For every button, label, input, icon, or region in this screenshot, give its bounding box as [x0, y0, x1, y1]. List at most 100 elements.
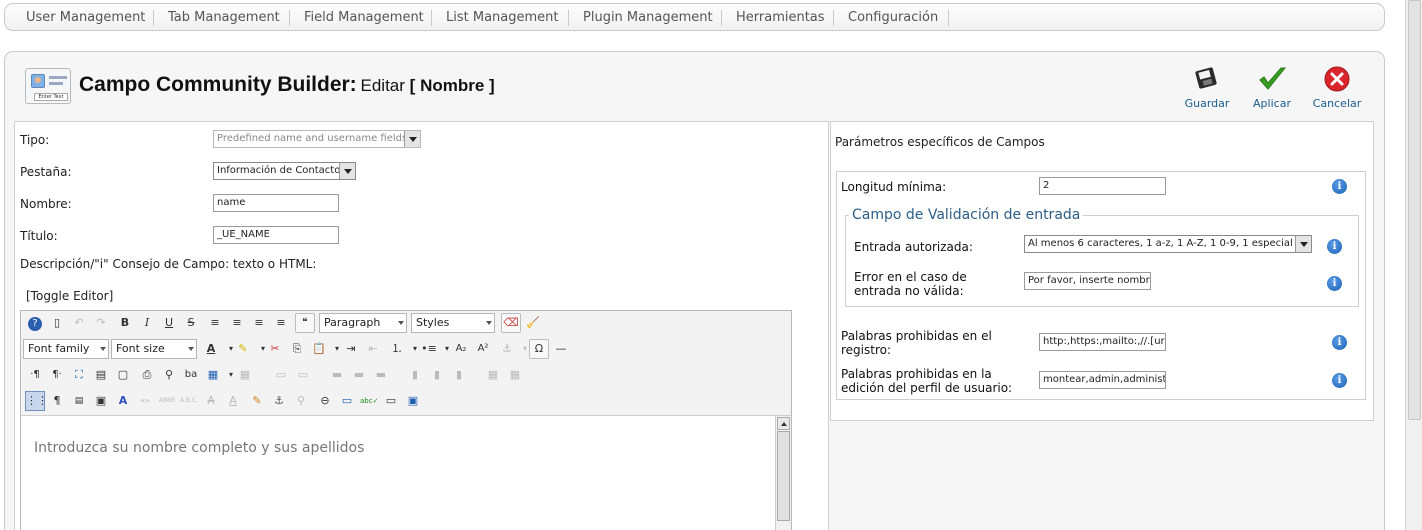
find-icon[interactable]: ⚲	[159, 365, 179, 385]
del-icon[interactable]: A	[201, 391, 221, 411]
replace-icon[interactable]: ba	[181, 365, 201, 385]
editor-scrollbar-thumb[interactable]	[777, 431, 790, 521]
table-cell-props-icon[interactable]: ▭	[293, 365, 313, 385]
spellcheck-icon[interactable]: abc✓	[359, 391, 379, 411]
menu-item-configuracion[interactable]: Configuración	[848, 10, 938, 25]
entrada-select[interactable]: Al menos 6 caracteres, 1 a-z, 1 A-Z, 1 0…	[1024, 235, 1312, 253]
insert-anchor-icon[interactable]: ⚓	[497, 339, 517, 359]
save-button[interactable]: Guardar	[1178, 61, 1236, 113]
titulo-input[interactable]: _UE_NAME	[213, 226, 339, 244]
acronym-icon[interactable]: A.B.C.	[179, 391, 199, 411]
info-icon[interactable]: i	[1332, 335, 1347, 350]
menu-item-list-management[interactable]: List Management	[446, 10, 559, 25]
cancel-button[interactable]: Cancelar	[1308, 61, 1366, 113]
longitud-input[interactable]: 2	[1039, 177, 1166, 195]
insert-row-after-icon[interactable]: ▬	[349, 365, 369, 385]
text-color-icon[interactable]: A	[201, 339, 221, 359]
font-size-select[interactable]: Font size	[111, 339, 197, 359]
subscript-icon[interactable]: A₂	[451, 339, 471, 359]
highlight-color-icon[interactable]: ✎	[233, 339, 253, 359]
insert-image-icon[interactable]: ▭	[337, 391, 357, 411]
delete-layer-icon[interactable]: ▦	[235, 365, 255, 385]
palabras-edicion-input[interactable]: montear,admin,administrador	[1039, 371, 1166, 389]
styles-select[interactable]: Styles	[411, 313, 495, 333]
menu-item-tab-management[interactable]: Tab Management	[168, 10, 280, 25]
redo-icon[interactable]: ↷	[91, 313, 111, 333]
toggle-editor-link[interactable]: [Toggle Editor]	[26, 289, 113, 303]
strikethrough-icon[interactable]: S	[181, 313, 201, 333]
scroll-up-icon[interactable]	[777, 417, 790, 430]
format-select[interactable]: Paragraph	[319, 313, 407, 333]
insert-file-icon[interactable]: ▤	[69, 391, 89, 411]
indent-icon[interactable]: ⇥	[341, 339, 361, 359]
menu-item-herramientas[interactable]: Herramientas	[736, 10, 825, 25]
page-scrollbar-thumb[interactable]	[1408, 0, 1421, 420]
menu-item-plugin-management[interactable]: Plugin Management	[583, 10, 713, 25]
align-left-icon[interactable]: ≡	[249, 313, 269, 333]
print-icon[interactable]: ⎙	[137, 365, 157, 385]
rtl-icon[interactable]: ¶·	[47, 365, 67, 385]
insert-row-before-icon[interactable]: ▬	[327, 365, 347, 385]
abbr-icon[interactable]: ABBR	[157, 391, 177, 411]
copy-icon[interactable]: ⎘	[287, 339, 307, 359]
cleanup-broom-icon[interactable]: 🧹	[523, 313, 543, 333]
info-icon[interactable]: i	[1332, 373, 1347, 388]
ordered-list-icon[interactable]: ⒈	[387, 339, 407, 359]
underline-icon[interactable]: U	[159, 313, 179, 333]
blockquote-icon[interactable]: ❝	[295, 313, 315, 333]
fullscreen-icon[interactable]: ⛶	[69, 365, 89, 385]
insert-layer-icon[interactable]: ▦	[203, 365, 223, 385]
ltr-icon[interactable]: ·¶	[25, 365, 45, 385]
eraser-icon[interactable]: ⌫	[501, 313, 521, 333]
bullet-list-icon[interactable]: •≡	[419, 339, 439, 359]
special-character-icon[interactable]: Ω	[529, 339, 549, 359]
menu-item-user-management[interactable]: User Management	[26, 10, 145, 25]
editor-content-area[interactable]: Introduzca su nombre completo y sus apel…	[21, 415, 791, 530]
insert-col-before-icon[interactable]: ▮	[405, 365, 425, 385]
insert-col-after-icon[interactable]: ▮	[427, 365, 447, 385]
outdent-icon[interactable]: ⇤	[363, 339, 383, 359]
align-center-icon[interactable]: ≡	[227, 313, 247, 333]
align-right-icon[interactable]: ≡	[271, 313, 291, 333]
link-icon[interactable]: ⊖	[315, 391, 335, 411]
font-family-select[interactable]: Font family	[23, 339, 109, 359]
palabras-registro-input[interactable]: http:,https:,mailto:,//.[url],<a	[1039, 333, 1166, 351]
table-row-props-icon[interactable]: ▭	[271, 365, 291, 385]
menu-item-field-management[interactable]: Field Management	[304, 10, 424, 25]
unlink-icon[interactable]: ⚲	[291, 391, 311, 411]
attributes-icon[interactable]: ✎	[247, 391, 267, 411]
align-justify-icon[interactable]: ≡	[205, 313, 225, 333]
insert-media-icon[interactable]: ▭	[381, 391, 401, 411]
delete-col-icon[interactable]: ▮	[449, 365, 469, 385]
error-input[interactable]: Por favor, inserte nombre	[1024, 272, 1151, 290]
cut-icon[interactable]: ✂	[265, 339, 285, 359]
bold-icon[interactable]: B	[115, 313, 135, 333]
apply-button[interactable]: Aplicar	[1243, 61, 1301, 113]
info-icon[interactable]: i	[1327, 239, 1342, 254]
pestana-select[interactable]: Información de Contacto	[213, 162, 356, 180]
help-icon[interactable]: ?	[25, 313, 45, 333]
superscript-icon[interactable]: A²	[473, 339, 493, 359]
image-manager-icon[interactable]: ▣	[91, 391, 111, 411]
undo-icon[interactable]: ↶	[69, 313, 89, 333]
show-blocks-icon[interactable]: ¶	[47, 391, 67, 411]
info-icon[interactable]: i	[1332, 179, 1347, 194]
delete-row-icon[interactable]: ▬	[371, 365, 391, 385]
italic-icon[interactable]: I	[137, 313, 157, 333]
ins-icon[interactable]: A	[223, 391, 243, 411]
anchor-icon[interactable]: ⚓	[269, 391, 289, 411]
preview-icon[interactable]: ▢	[113, 365, 133, 385]
editor-scrollbar[interactable]	[775, 416, 791, 530]
styleprops-icon[interactable]: A	[113, 391, 133, 411]
tipo-select[interactable]: Predefined name and username fields	[213, 130, 421, 148]
paste-icon[interactable]: 📋	[309, 339, 329, 359]
info-icon[interactable]: i	[1327, 276, 1342, 291]
new-document-icon[interactable]: ▯	[47, 313, 67, 333]
page-scrollbar[interactable]	[1405, 0, 1422, 530]
merge-cells-icon[interactable]: ▦	[505, 365, 525, 385]
insert-iframe-icon[interactable]: ▣	[403, 391, 423, 411]
nombre-input[interactable]: name	[213, 194, 339, 212]
visual-aid-icon[interactable]: ⋮⋮	[25, 391, 48, 411]
template-icon[interactable]: ▤	[91, 365, 111, 385]
horizontal-rule-icon[interactable]: —	[551, 339, 571, 359]
